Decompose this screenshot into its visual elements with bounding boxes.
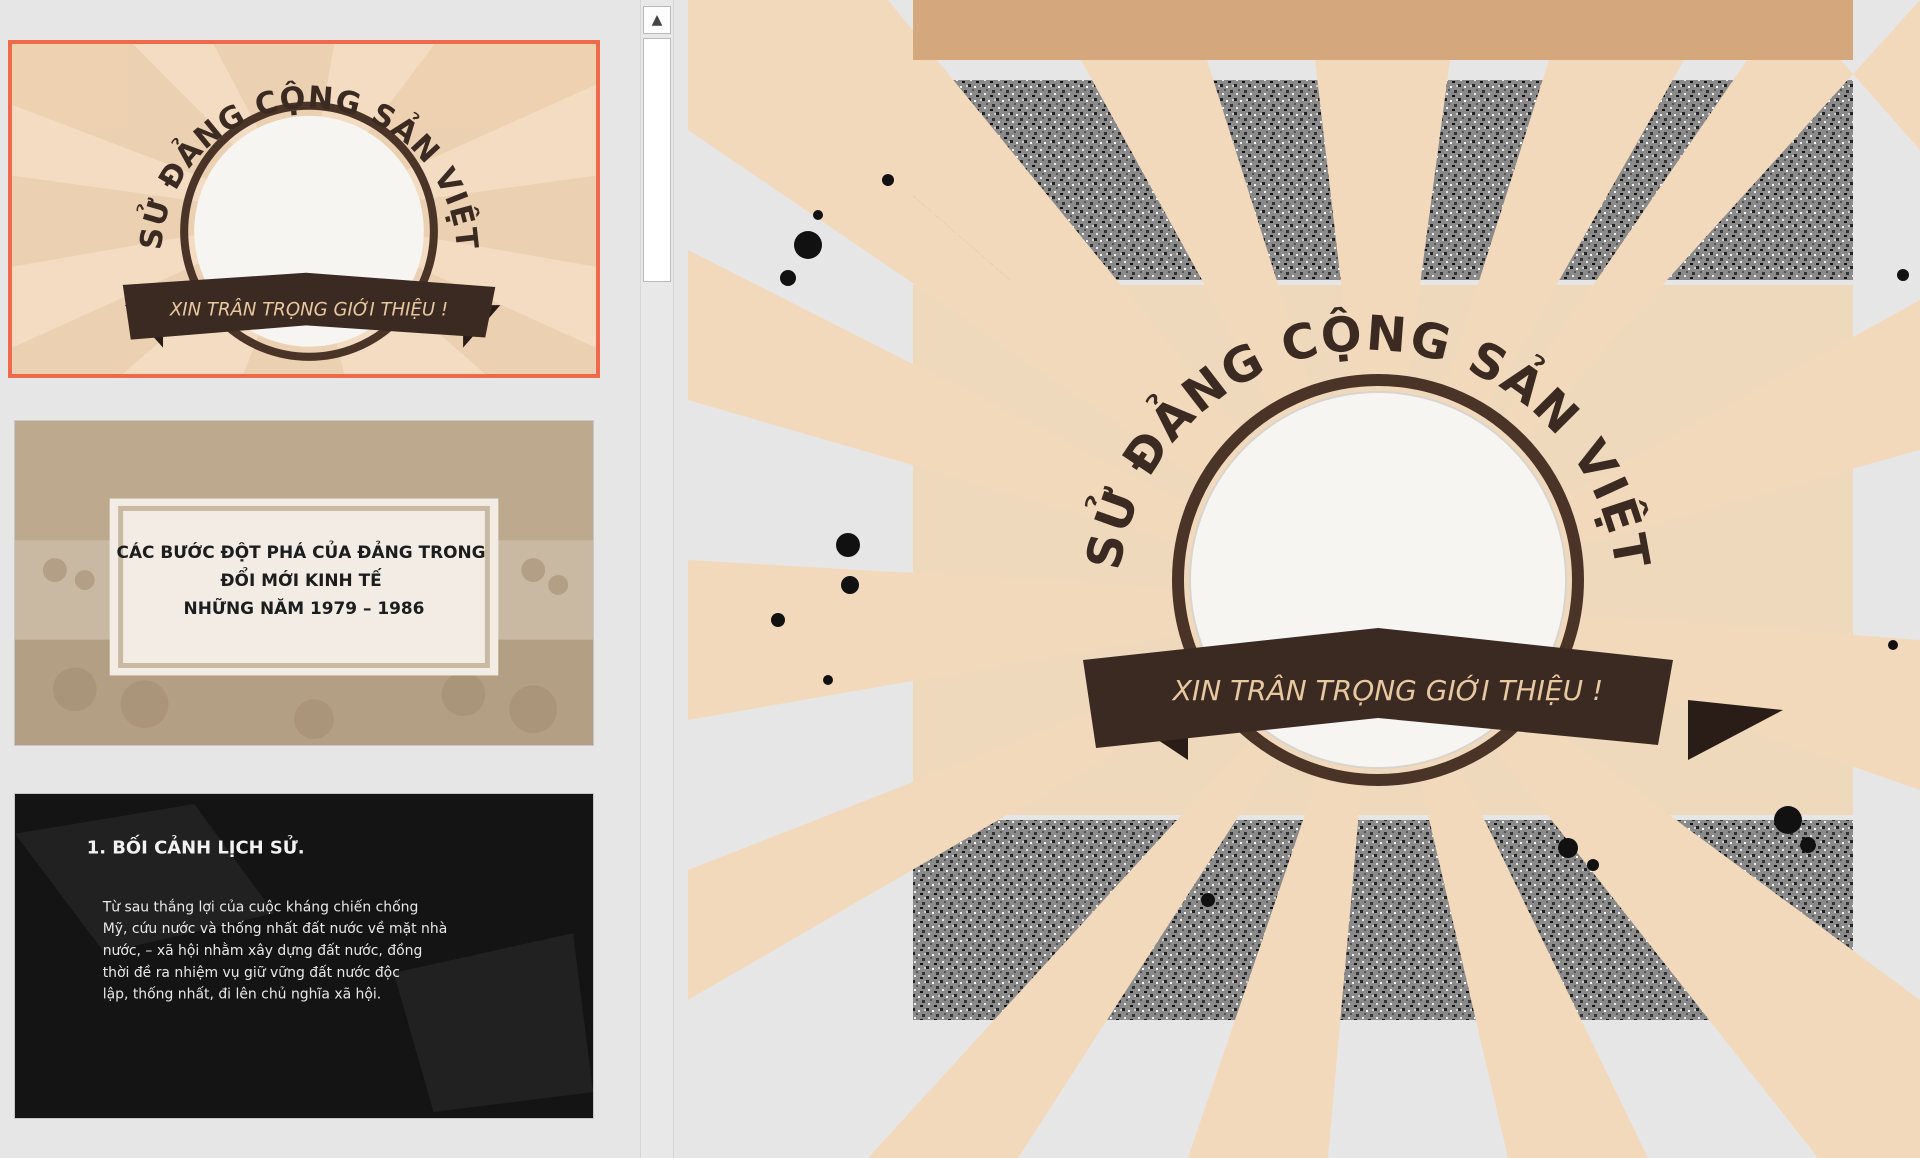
slide-3-paragraph-line-4: thời đề ra nhiệm vụ giữ vững đất nước độ… [103, 964, 400, 981]
slide-3-heading: 1. BỐI CẢNH LỊCH SỬ. [87, 835, 305, 859]
scroll-up-arrow-icon[interactable]: ▲ [643, 6, 671, 34]
slide-2-line-2: ĐỔI MỚI KINH TẾ [220, 566, 382, 590]
main-slide-preview: LỊCH SỬ ĐẢNG CỘNG SẢN VIỆT NAM XIN TRÂN … [688, 0, 1920, 1158]
slide-2-line-1: CÁC BƯỚC ĐỘT PHÁ CỦA ĐẢNG TRONG [117, 539, 486, 562]
scrollbar-thumb[interactable] [643, 38, 671, 282]
slide-thumbnail-3[interactable]: 3 1. BỐI CẢNH LỊCH SỬ. Từ sau thắng lợi … [14, 793, 594, 1119]
slide-1-preview: LỊCH SỬ ĐẢNG CỘNG SẢN VIỆT NAM XIN TRÂN … [12, 44, 596, 374]
presentation-app: 1 LỊCH SỬ ĐẢ [0, 0, 1920, 1158]
slide-2-preview: CÁC BƯỚC ĐỘT PHÁ CỦA ĐẢNG TRONG ĐỔI MỚI … [15, 421, 593, 745]
slide-3-paragraph-line-2: Mỹ, cứu nước và thống nhất đất nước về m… [103, 920, 448, 937]
thumbnail-scrollbar[interactable]: ▲ [640, 0, 674, 1158]
slide-1-ribbon-text: XIN TRÂN TRỌNG GIỚI THIỆU ! [169, 298, 448, 320]
slide-2-line-3: NHỮNG NĂM 1979 – 1986 [184, 596, 425, 618]
slide-editor[interactable]: LỊCH SỬ ĐẢNG CỘNG SẢN VIỆT NAM XIN TRÂN … [688, 0, 1920, 1158]
main-slide-canvas[interactable]: LỊCH SỬ ĐẢNG CỘNG SẢN VIỆT NAM XIN TRÂN … [688, 0, 1920, 1158]
slide-thumbnail-2[interactable]: 2 CÁC BƯỚC ĐỘT PHÁ CỦA ĐẢNG TRONG ĐỔI MỚ… [14, 420, 594, 746]
slide-thumbnail-1[interactable]: 1 LỊCH SỬ ĐẢ [8, 40, 600, 378]
main-slide-ribbon-text[interactable]: XIN TRÂN TRỌNG GIỚI THIỆU ! [1171, 673, 1603, 707]
slide-thumbnail-pane: 1 LỊCH SỬ ĐẢ [0, 0, 689, 1158]
slide-3-paragraph-line-1: Từ sau thắng lợi của cuộc kháng chiến ch… [102, 898, 419, 915]
slide-3-preview: 1. BỐI CẢNH LỊCH SỬ. Từ sau thắng lợi củ… [15, 794, 593, 1118]
slide-3-paragraph-line-5: lập, thống nhất, đi lên chủ nghĩa xã hội… [103, 986, 382, 1003]
slide-3-paragraph-line-3: nước, – xã hội nhằm xây dựng đất nước, đ… [103, 942, 423, 959]
